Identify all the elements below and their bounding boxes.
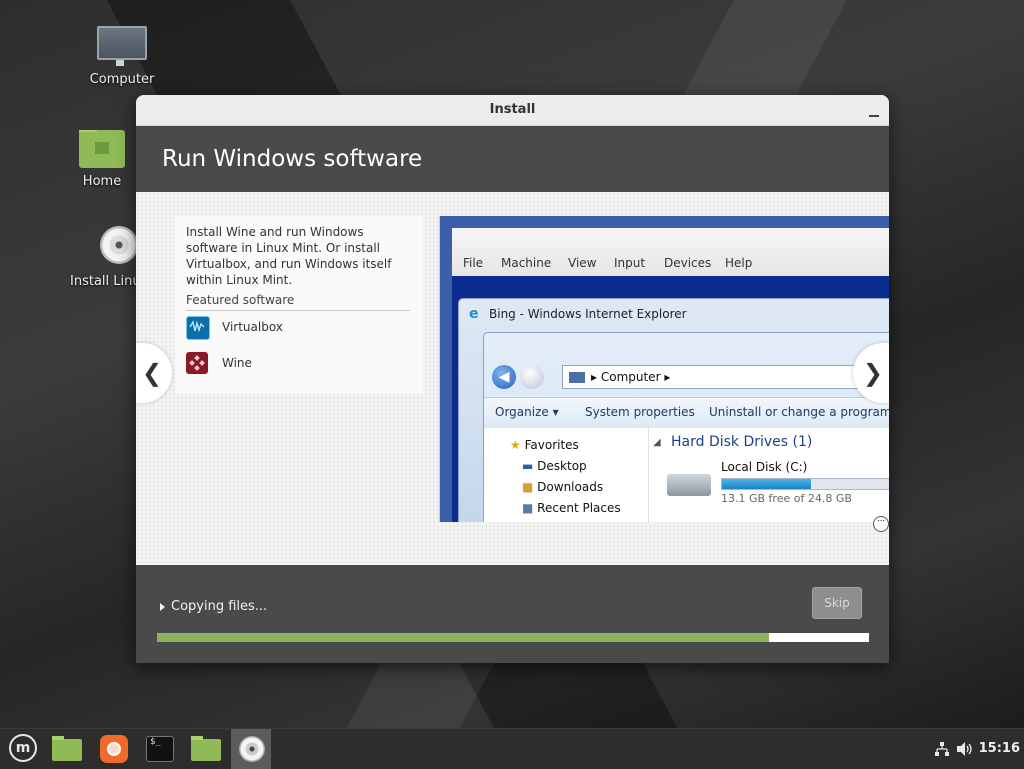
- taskbar: m $_ 15:16: [0, 728, 1024, 769]
- desktop-icon-label: Home: [82, 174, 122, 189]
- software-item-wine[interactable]: Wine: [186, 352, 411, 376]
- menu-icon: m: [9, 734, 37, 762]
- computer-icon: [97, 26, 147, 66]
- featured-software-title: Featured software: [186, 293, 295, 307]
- firefox-icon: [100, 735, 128, 763]
- organize-menu: Organize ▾: [495, 405, 559, 419]
- slide-description: Install Wine and run Windows software in…: [186, 225, 392, 287]
- firefox-launcher[interactable]: [93, 729, 133, 769]
- nav-favorites: ★ Favorites: [510, 438, 579, 452]
- desktop-icon-computer[interactable]: Computer: [67, 26, 177, 87]
- explorer-nav-pane: ★ Favorites ▬ Desktop ■ Downloads ■ Rece…: [484, 428, 649, 522]
- virtualbox-menubar: File Machine View Input Devices Help: [452, 228, 889, 276]
- menu-button[interactable]: m: [4, 729, 44, 769]
- page-title: Run Windows software: [136, 126, 889, 193]
- wine-icon: [186, 352, 208, 374]
- skip-button[interactable]: Skip: [812, 587, 862, 619]
- explorer-window: ◀ ▸ Computer ▸ Organize ▾ System propert…: [483, 332, 889, 522]
- files-icon: [191, 736, 221, 761]
- installer-window: Install Run Windows software Install Win…: [136, 95, 889, 663]
- nav-desktop: ▬ Desktop: [522, 459, 587, 473]
- vbox-menu-view: View: [568, 256, 597, 270]
- vbox-menu-help: Help: [725, 256, 753, 270]
- explorer-toolbar: Organize ▾ System properties Uninstall o…: [484, 397, 889, 429]
- uninstall-program-button: Uninstall or change a program: [709, 405, 889, 419]
- desktop-icon: ▬: [522, 459, 534, 473]
- computer-icon: [569, 372, 585, 383]
- previous-slide-button[interactable]: ❮: [136, 343, 172, 403]
- installer-task-button[interactable]: [231, 729, 271, 769]
- vbox-menu-input: Input: [614, 256, 646, 270]
- software-name: Virtualbox: [222, 320, 283, 334]
- info-card: Install Wine and run Windows software in…: [175, 216, 423, 394]
- disk-free-text: 13.1 GB free of 24.8 GB: [721, 492, 852, 505]
- window-titlebar[interactable]: Install: [136, 95, 889, 126]
- recent-places-icon: ■: [522, 501, 534, 515]
- ie-icon: e: [469, 306, 479, 322]
- volume-icon[interactable]: [956, 741, 974, 757]
- vbox-menu-file: File: [463, 256, 484, 270]
- files-launcher[interactable]: [185, 729, 225, 769]
- nav-downloads: ■ Downloads: [522, 480, 604, 494]
- desktop-icon-label: Install Linux Mint: [70, 274, 137, 289]
- install-progress-bar: [157, 633, 869, 642]
- slideshow-area: Install Wine and run Windows software in…: [136, 192, 889, 565]
- address-bar: ▸ Computer ▸: [562, 365, 889, 389]
- downloads-folder-icon: ■: [522, 480, 534, 494]
- divider: [186, 310, 410, 311]
- address-text: Computer: [600, 370, 661, 384]
- ie-title: Bing - Windows Internet Explorer: [489, 307, 687, 321]
- show-desktop-icon: [52, 736, 82, 761]
- expand-triangle-icon: [160, 602, 165, 611]
- home-folder-icon: [79, 130, 125, 168]
- desktop-icon-install[interactable]: Install Linux Mint: [67, 226, 137, 289]
- desktop-icon-home[interactable]: Home: [67, 130, 137, 189]
- slide-screenshot: File Machine View Input Devices Help e B…: [439, 216, 889, 522]
- show-desktop-button[interactable]: [46, 729, 86, 769]
- terminal-launcher[interactable]: $_: [139, 729, 179, 769]
- progress-fill: [157, 633, 770, 642]
- clock[interactable]: 15:16: [979, 741, 1020, 756]
- system-tray: 15:16: [904, 729, 1024, 769]
- star-icon: ★: [510, 438, 521, 452]
- loading-spinner-icon: ⋯: [873, 516, 889, 532]
- vbox-menu-devices: Devices: [664, 256, 712, 270]
- explorer-main-pane: ◢ Hard Disk Drives (1) Local Disk (C:) 1…: [649, 428, 889, 522]
- status-text: Copying files...: [171, 599, 268, 614]
- hard-disk-icon: [667, 474, 711, 496]
- software-item-virtualbox[interactable]: Virtualbox: [186, 316, 411, 340]
- forward-arrow-icon: [520, 365, 544, 389]
- window-title: Install: [489, 102, 536, 117]
- install-disc-icon: [100, 226, 137, 264]
- system-properties-button: System properties: [585, 405, 695, 419]
- software-name: Wine: [222, 356, 252, 370]
- terminal-icon: $_: [146, 736, 174, 762]
- drives-group-title: Hard Disk Drives (1): [671, 434, 813, 450]
- minimize-button[interactable]: [867, 95, 881, 125]
- install-footer: Copying files... Skip: [136, 565, 889, 663]
- installer-icon: [239, 736, 265, 762]
- back-arrow-icon: ◀: [492, 365, 516, 389]
- disk-usage-bar: [721, 478, 889, 490]
- collapse-triangle-icon: ◢: [653, 437, 661, 448]
- disk-name: Local Disk (C:): [721, 460, 808, 474]
- desktop-icon-label: Computer: [89, 72, 155, 87]
- network-icon[interactable]: [934, 741, 950, 757]
- nav-recent-places: ■ Recent Places: [522, 501, 621, 515]
- virtualbox-icon: [186, 316, 210, 340]
- vbox-menu-machine: Machine: [501, 256, 552, 270]
- status-row[interactable]: Copying files...: [160, 599, 267, 614]
